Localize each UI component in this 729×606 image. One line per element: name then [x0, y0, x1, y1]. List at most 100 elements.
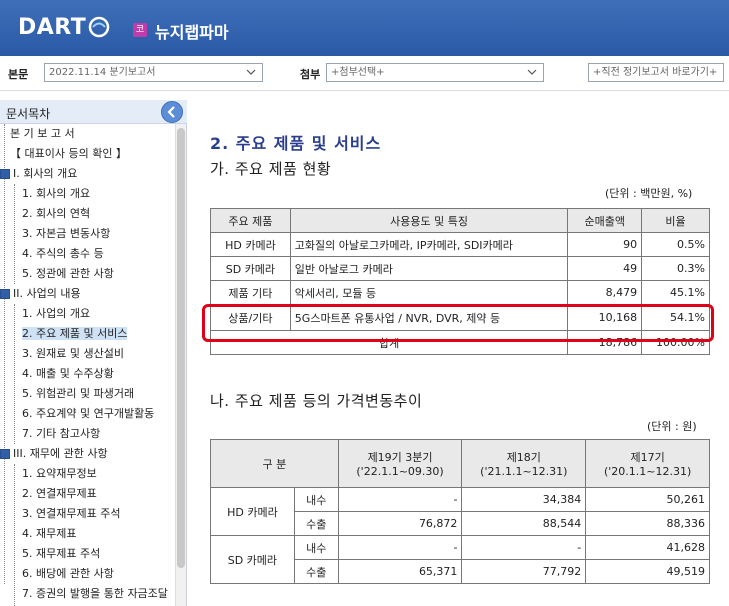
toc-item-label: 6. 배당에 관한 사항: [22, 567, 114, 580]
toc-item-section-2[interactable]: II. 사업의 내용: [13, 284, 81, 304]
toc-item-1-3[interactable]: 3. 자본금 변동사항: [22, 224, 110, 244]
table-row: SD 카메라 내수 - - 41,628: [210, 535, 710, 584]
toc-item-section-3[interactable]: III. 재무에 관한 사항: [13, 444, 108, 464]
table-header: 주요 제품: [210, 208, 291, 233]
table-cell: -: [337, 535, 463, 560]
toc-item-2-2[interactable]: 2. 주요 제품 및 서비스: [22, 324, 128, 344]
toc-sidebar: 문서목차 본 기 보 고 서 【 대표이사 등의 확인 】 I. 회사의 개요 …: [0, 100, 187, 606]
period-range: ('21.1.1~12.31): [480, 465, 568, 478]
table-header-row: 구 분 제19기 3분기 ('22.1.1~09.30) 제18기 ('21.1.1…: [210, 439, 710, 488]
toc-title: 문서목차: [6, 107, 51, 121]
price-trend-table: 구 분 제19기 3분기 ('22.1.1~09.30) 제18기 ('21.1.1…: [210, 439, 710, 584]
period-range: ('20.1.1~12.31): [603, 465, 692, 478]
recent-report-select[interactable]: +직전 정기보고서 바로가기+: [588, 63, 724, 82]
expand-toggle-icon[interactable]: [0, 169, 10, 179]
subsection-a-title: 가. 주요 제품 현황: [210, 160, 332, 178]
toc-item-section-1[interactable]: I. 회사의 개요: [13, 164, 77, 184]
toolbar: 본문 2022.11.14 분기보고서 첨부 +첨부선택+ +직전 정기보고서 …: [0, 56, 729, 91]
table-header: 순매출액: [567, 208, 643, 233]
recent-report-value: +직전 정기보고서 바로가기+: [593, 67, 718, 78]
report-select-value: 2022.11.14 분기보고서: [49, 67, 156, 78]
table-cell: 악세서리, 모듈 등: [289, 280, 569, 305]
table-cell: 49: [567, 256, 643, 281]
table-cell: 8,479: [567, 280, 643, 305]
toc-item-main-report[interactable]: 본 기 보 고 서: [10, 124, 75, 144]
highlight-box: [202, 304, 714, 342]
toc-item-label: 5. 재무제표 주석: [22, 547, 101, 560]
toc-item-3-6[interactable]: 6. 배당에 관한 사항: [22, 564, 114, 584]
expand-toggle-icon[interactable]: [0, 289, 10, 299]
table-cell: 0.5%: [641, 232, 710, 257]
table-header-row: 주요 제품 사용용도 및 특징 순매출액 비율: [210, 208, 710, 233]
attach-select[interactable]: +첨부선택+: [326, 63, 544, 82]
toc-item-2-3[interactable]: 3. 원재료 및 생산설비: [22, 344, 124, 364]
toc-item-2-6[interactable]: 6. 주요계약 및 연구개발활동: [22, 404, 154, 424]
table-cell: HD 카메라: [210, 232, 291, 257]
dart-logo[interactable]: DART: [18, 13, 110, 41]
toc-item-2-5[interactable]: 5. 위험관리 및 파생거래: [22, 384, 134, 404]
table-cell: 76,872: [337, 511, 463, 536]
table-cell: 41,628: [585, 535, 710, 560]
toc-item-label: 2. 회사의 연혁: [22, 207, 91, 220]
group-name: HD 카메라: [210, 487, 295, 536]
table-cell: 49,519: [585, 559, 710, 584]
report-label: 본문: [8, 68, 29, 81]
unit-b: (단위 : 원): [647, 420, 697, 433]
tree-guide-line: [14, 304, 15, 444]
table-cell: SD 카메라: [210, 256, 291, 281]
table-cell: 34,384: [461, 487, 587, 512]
toc-item-2-7[interactable]: 7. 기타 참고사항: [22, 424, 100, 444]
collapse-sidebar-button[interactable]: [161, 101, 183, 123]
toc-item-2-4[interactable]: 4. 매출 및 수주상황: [22, 364, 114, 384]
toc-scroll-thumb[interactable]: [177, 128, 185, 568]
table-header: 구 분: [210, 439, 339, 488]
table-cell: -: [337, 487, 463, 512]
toc-item-3-5[interactable]: 5. 재무제표 주석: [22, 544, 100, 564]
toc-item-3-7[interactable]: 7. 증권의 발행을 통한 자금조달: [22, 584, 168, 604]
toc-item-3-3[interactable]: 3. 연결재무제표 주석: [22, 504, 120, 524]
toc-item-label: 6. 주요계약 및 연구개발활동: [22, 407, 155, 420]
period-name: 제19기 3분기: [367, 451, 433, 464]
toc-item-label: 3. 원재료 및 생산설비: [22, 347, 124, 360]
report-select[interactable]: 2022.11.14 분기보고서: [44, 63, 263, 82]
toc-item-1-4[interactable]: 4. 주식의 총수 등: [22, 244, 104, 264]
toc-item-1-5[interactable]: 5. 정관에 관한 사항: [22, 264, 114, 284]
row-type: 수출: [293, 511, 339, 536]
toc-header: 문서목차: [0, 100, 187, 124]
tree-guide-line: [4, 124, 5, 584]
toc-item-label: III. 재무에 관한 사항: [13, 447, 108, 460]
toc-item-label: 1. 사업의 개요: [22, 307, 91, 320]
tree-guide-line: [14, 184, 15, 284]
table-cell: 50,261: [585, 487, 710, 512]
toc-item-label: 1. 요약재무정보: [22, 467, 97, 480]
table-header: 제19기 3분기 ('22.1.1~09.30): [337, 439, 463, 488]
table-cell: 제품 기타: [210, 280, 291, 305]
table-cell: 90: [567, 232, 643, 257]
toc-item-3-1[interactable]: 1. 요약재무정보: [22, 464, 97, 484]
toc-scrollbar[interactable]: [175, 124, 186, 606]
chevron-left-icon: [167, 106, 175, 118]
unit-a: (단위 : 백만원, %): [605, 187, 693, 200]
toc-item-ceo-confirm[interactable]: 【 대표이사 등의 확인 】: [10, 144, 127, 164]
logo-swirl-icon: [89, 16, 110, 38]
toc-item-1-1[interactable]: 1. 회사의 개요: [22, 184, 90, 204]
toc-item-label: 4. 재무제표: [22, 527, 77, 540]
toc-item-2-1[interactable]: 1. 사업의 개요: [22, 304, 90, 324]
subsection-b-title: 나. 주요 제품 등의 가격변동추이: [210, 392, 423, 410]
chevron-down-icon: [246, 69, 256, 75]
toc-item-label: 1. 회사의 개요: [22, 187, 91, 200]
toc-item-3-2[interactable]: 2. 연결재무제표: [22, 484, 97, 504]
expand-toggle-icon[interactable]: [0, 449, 10, 459]
document-content: 2. 주요 제품 및 서비스 가. 주요 제품 현황 (단위 : 백만원, %)…: [192, 100, 729, 606]
table-header: 제17기 ('20.1.1~12.31): [585, 439, 710, 488]
toc-item-3-4[interactable]: 4. 재무제표: [22, 524, 76, 544]
toc-item-label: 5. 위험관리 및 파생거래: [22, 387, 135, 400]
toc-item-1-2[interactable]: 2. 회사의 연혁: [22, 204, 90, 224]
toc-item-label: 2. 주요 제품 및 서비스: [22, 327, 128, 340]
attach-select-value: +첨부선택+: [331, 67, 385, 78]
table-cell: 88,336: [585, 511, 710, 536]
period-name: 제17기: [630, 451, 665, 464]
toc-item-label: 5. 정관에 관한 사항: [22, 267, 114, 280]
chevron-down-icon: [527, 69, 537, 75]
corp-class-badge: 코: [133, 23, 147, 37]
